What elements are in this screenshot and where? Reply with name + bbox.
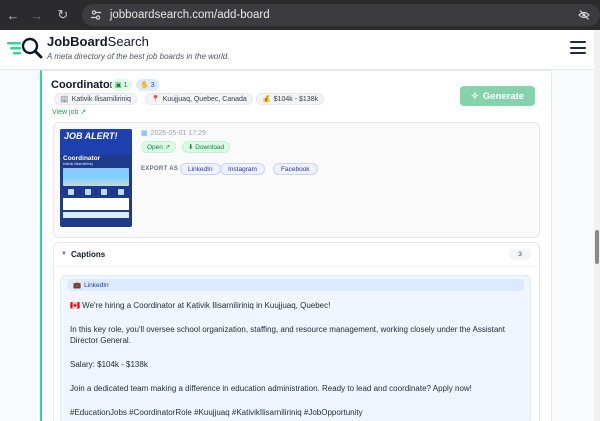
post-date: 2026-05-01 17:29 xyxy=(150,129,206,137)
building-icon: 🏢 xyxy=(60,96,69,103)
salary-chip: 💰 $104k - $138k xyxy=(256,93,325,105)
scrollbar-thumb[interactable] xyxy=(595,230,599,264)
site-header: JobBoardSearch A meta directory of the b… xyxy=(0,30,594,70)
generate-label: Generate xyxy=(482,90,525,102)
eye-off-icon[interactable] xyxy=(578,9,590,21)
caption-card: 💼 LinkedIn 🇨🇦 We're hiring a Coordinator … xyxy=(60,275,531,421)
caption-count: 3 xyxy=(150,81,155,89)
captions-panel: ▼ Captions 3 💼 LinkedIn 🇨🇦 We're hiring a… xyxy=(53,242,540,421)
caption-line: 🇨🇦 We're hiring a Coordinator at Kativik… xyxy=(70,301,331,310)
poster-footer xyxy=(63,212,129,218)
brand-bold: JobBoard xyxy=(47,34,108,49)
back-arrow-icon[interactable]: ← xyxy=(4,6,22,24)
platform-name: LinkedIn xyxy=(84,281,109,289)
location-name: Kuujjuaq, Quebec, Canada xyxy=(162,95,247,103)
post-count-badge: ▣ 1 xyxy=(111,79,132,91)
job-title: Coordinator xyxy=(51,79,114,91)
caption-line: Director General. xyxy=(70,336,131,345)
caret-down-icon[interactable]: ▼ xyxy=(61,251,67,257)
brand-name[interactable]: JobBoardSearch xyxy=(47,34,149,49)
sparkle-icon: ✧ xyxy=(470,90,479,102)
poster-band xyxy=(63,198,129,210)
tagline: A meta directory of the best job boards … xyxy=(47,52,230,61)
location-chip: 📍 Kuujjuaq, Quebec, Canada xyxy=(145,93,253,105)
url-text[interactable]: jobboardsearch.com/add-board xyxy=(110,9,270,21)
export-label: EXPORT AS xyxy=(141,166,179,172)
job-card: Coordinator ▣ 1 ✋ 3 🏢 Kativik Ilisarnilirin… xyxy=(40,70,552,421)
generate-button[interactable]: ✧ Generate xyxy=(460,86,535,106)
organization-chip: 🏢 Kativik Ilisarniliriniq xyxy=(54,93,137,105)
briefcase-icon: 💼 xyxy=(73,282,82,289)
reload-icon[interactable]: ↻ xyxy=(54,6,72,24)
open-button[interactable]: Open ↗ xyxy=(141,141,177,153)
export-linkedin-button[interactable]: LinkedIn xyxy=(180,163,221,175)
image-icon: ▣ xyxy=(115,82,122,89)
poster-org: Kativik Ilisarniliriniq xyxy=(63,162,93,166)
site-settings-icon[interactable] xyxy=(90,9,102,21)
caption-count-badge: ✋ 3 xyxy=(136,79,159,91)
browser-toolbar: ← → ↻ jobboardsearch.com/add-board xyxy=(0,0,600,30)
menu-icon[interactable] xyxy=(570,41,586,54)
hand-icon: ✋ xyxy=(140,82,149,89)
organization-name: Kativik Ilisarniliriniq xyxy=(71,95,131,103)
job-poster-image[interactable]: JOB ALERT! Coordinator Kativik Ilisarnil… xyxy=(60,129,132,227)
caption-line: Salary: $104k - $138k xyxy=(70,360,148,369)
poster-headline: JOB ALERT! xyxy=(60,129,132,155)
page-scrollbar[interactable] xyxy=(594,30,600,421)
pin-icon: 📍 xyxy=(151,96,160,103)
post-count: 1 xyxy=(123,81,128,89)
caption-line: Join a dedicated team making a differenc… xyxy=(70,384,472,393)
captions-count-badge: 3 xyxy=(509,249,531,260)
money-bag-icon: 💰 xyxy=(262,96,271,103)
captions-header[interactable]: ▼ Captions 3 xyxy=(54,243,539,267)
calendar-icon: ▦ xyxy=(141,130,148,137)
address-bar[interactable]: jobboardsearch.com/add-board xyxy=(81,4,600,26)
salary-range: $104k - $138k xyxy=(273,95,319,103)
generated-post: JOB ALERT! Coordinator Kativik Ilisarnil… xyxy=(53,122,540,238)
main-content: Coordinator ▣ 1 ✋ 3 🏢 Kativik Ilisarnilirin… xyxy=(0,70,594,421)
logo-icon[interactable] xyxy=(6,36,44,60)
download-button[interactable]: ⬇ Download xyxy=(182,141,231,153)
platform-tag: 💼 LinkedIn xyxy=(67,279,525,291)
caption-line: #EducationJobs #CoordinatorRole #Kuujjua… xyxy=(70,408,363,417)
brand-light: Search xyxy=(107,34,149,49)
poster-photo xyxy=(63,168,129,186)
forward-arrow-icon[interactable]: → xyxy=(28,6,46,24)
caption-line: In this key role, you'll oversee school … xyxy=(70,325,505,334)
post-timestamp: ▦ 2026-05-01 17:29 xyxy=(141,129,206,138)
export-facebook-button[interactable]: Facebook xyxy=(273,163,318,175)
view-job-link[interactable]: View job ↗ xyxy=(52,108,86,116)
captions-title: Captions xyxy=(71,250,106,259)
poster-role: Coordinator xyxy=(63,155,101,162)
export-instagram-button[interactable]: Instagram xyxy=(220,163,265,175)
poster-icon-row xyxy=(60,188,132,196)
